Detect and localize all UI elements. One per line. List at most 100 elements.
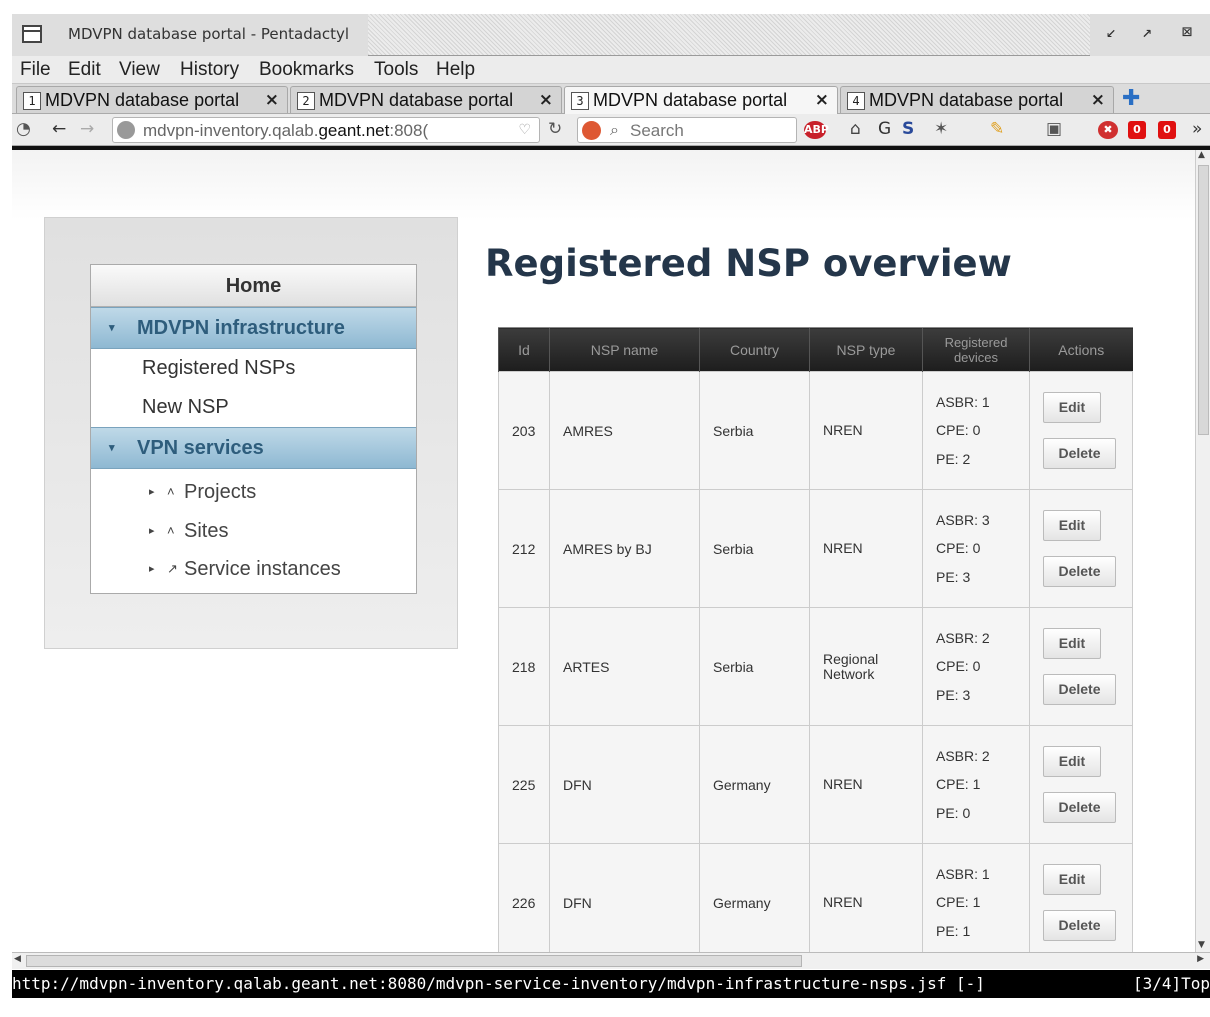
badge-count-2[interactable]: 0 xyxy=(1158,121,1176,139)
menu-tools[interactable]: Tools xyxy=(374,59,418,81)
cell-devices: ASBR: 2 CPE: 1 PE: 0 xyxy=(922,725,1030,844)
expand-arrow-icon[interactable]: ▸ xyxy=(149,512,155,550)
reload-icon[interactable]: ↻ xyxy=(548,119,562,139)
scroll-right-icon[interactable]: ▶ xyxy=(1197,954,1204,964)
type-line: NREN xyxy=(823,776,863,792)
expand-arrow-icon[interactable]: ▸ xyxy=(149,473,155,511)
back-icon[interactable]: ← xyxy=(52,119,66,139)
tab-1[interactable]: 1 MDVPN database portal × xyxy=(16,86,288,113)
delete-button[interactable]: Delete xyxy=(1043,556,1116,587)
tab-3[interactable]: 3 MDVPN database portal × xyxy=(564,86,838,115)
menu-item-projects[interactable]: ▸ ˄ Projects xyxy=(91,473,416,512)
tab-close-icon[interactable]: × xyxy=(265,90,279,110)
badge-count-1[interactable]: 0 xyxy=(1128,121,1146,139)
tab-4[interactable]: 4 MDVPN database portal × xyxy=(840,86,1114,113)
extension-g-icon[interactable]: G xyxy=(878,119,891,139)
expand-arrow-icon[interactable]: ▸ xyxy=(149,550,155,588)
overflow-chevron-icon[interactable]: » xyxy=(1192,119,1202,139)
close-window-icon[interactable]: ⊠ xyxy=(1182,22,1192,42)
cell-devices: ASBR: 1 CPE: 1 PE: 1 xyxy=(922,843,1030,952)
search-bar[interactable]: ⌕ Search xyxy=(577,117,797,143)
section-mdvpn-infrastructure[interactable]: ▾ MDVPN infrastructure xyxy=(91,307,416,349)
column-header-id: Id xyxy=(498,327,550,372)
menu-item-service-instances[interactable]: ▸ ↗ Service instances xyxy=(91,550,416,589)
delete-button[interactable]: Delete xyxy=(1043,792,1116,823)
tab-close-icon[interactable]: × xyxy=(539,90,553,110)
tab-2[interactable]: 2 MDVPN database portal × xyxy=(290,86,562,113)
cell-id: 212 xyxy=(498,489,550,608)
menu-view[interactable]: View xyxy=(119,59,160,81)
new-tab-icon[interactable]: ✚ xyxy=(1122,88,1140,110)
device-cpe: CPE: 0 xyxy=(936,540,981,557)
home-button[interactable]: Home xyxy=(91,265,416,307)
navigation-menu: Home ▾ MDVPN infrastructure Registered N… xyxy=(90,264,417,594)
delete-button[interactable]: Delete xyxy=(1043,910,1116,941)
vertical-scroll-thumb[interactable] xyxy=(1198,165,1209,435)
scroll-up-icon[interactable]: ▲ xyxy=(1198,150,1205,160)
maximize-icon[interactable]: ↗ xyxy=(1142,22,1152,42)
menu-history[interactable]: History xyxy=(180,59,239,81)
home-icon[interactable]: ⌂ xyxy=(850,119,861,139)
edit-button[interactable]: Edit xyxy=(1043,628,1101,659)
scroll-down-icon[interactable]: ▼ xyxy=(1198,940,1205,950)
cell-country: Germany xyxy=(699,725,810,844)
device-pe: PE: 1 xyxy=(936,922,971,939)
cell-nsp-name: ARTES xyxy=(549,607,700,726)
site-info-icon[interactable] xyxy=(117,121,135,139)
extension-brush-icon[interactable]: ✎ xyxy=(990,119,1004,139)
adblock-icon[interactable]: ABP xyxy=(804,121,829,139)
edit-button[interactable]: Edit xyxy=(1043,746,1101,777)
menu-item-registered-nsps[interactable]: Registered NSPs xyxy=(91,349,416,388)
cell-actions: Edit Delete xyxy=(1029,725,1133,844)
edit-button[interactable]: Edit xyxy=(1043,392,1101,423)
tab-number: 3 xyxy=(571,92,589,110)
history-icon[interactable]: ◔ xyxy=(16,119,31,139)
menu-item-sites[interactable]: ▸ ˄ Sites xyxy=(91,512,416,551)
extension-s-icon[interactable]: S xyxy=(902,119,914,139)
cell-nsp-name: DFN xyxy=(549,843,700,952)
tab-close-icon[interactable]: × xyxy=(1091,90,1105,110)
url-bar[interactable]: mdvpn-inventory.qalab.geant.net:808( ♡ xyxy=(112,117,540,143)
url-prefix: mdvpn-inventory.qalab. xyxy=(143,121,319,140)
edit-button[interactable]: Edit xyxy=(1043,510,1101,541)
cell-nsp-name: AMRES xyxy=(549,371,700,490)
url-suffix: :808( xyxy=(389,121,429,140)
cell-devices: ASBR: 1 CPE: 0 PE: 2 xyxy=(922,371,1030,490)
type-line: NREN xyxy=(823,422,863,438)
edit-button[interactable]: Edit xyxy=(1043,864,1101,895)
window-menu-icon[interactable] xyxy=(22,25,42,43)
horizontal-scroll-thumb[interactable] xyxy=(26,955,802,967)
cell-id: 226 xyxy=(498,843,550,952)
table-header-row: Id NSP name Country NSP type Registered d… xyxy=(498,327,1133,372)
extension-tools-icon[interactable]: ✶ xyxy=(934,119,948,139)
table-row: 225 DFN Germany NREN ASBR: 2 CPE: 1 PE: 0 Edit D… xyxy=(498,725,1133,844)
forward-icon[interactable]: → xyxy=(80,119,94,139)
pocket-icon[interactable]: ♡ xyxy=(518,122,531,138)
delete-button[interactable]: Delete xyxy=(1043,438,1116,469)
menu-bookmarks[interactable]: Bookmarks xyxy=(259,59,354,81)
device-asbr: ASBR: 1 xyxy=(936,393,990,410)
vertical-scrollbar[interactable]: ▲ ▼ xyxy=(1195,150,1210,952)
device-cpe: CPE: 1 xyxy=(936,776,981,793)
delete-button[interactable]: Delete xyxy=(1043,674,1116,705)
tab-number: 2 xyxy=(297,92,315,110)
cell-nsp-type: NREN xyxy=(809,725,923,844)
tab-label: MDVPN database portal xyxy=(593,90,788,110)
cell-id: 203 xyxy=(498,371,550,490)
menu-file[interactable]: File xyxy=(20,59,51,81)
column-header-actions: Actions xyxy=(1029,327,1133,372)
extension-red-icon[interactable]: ✖ xyxy=(1098,121,1118,139)
search-engine-icon[interactable] xyxy=(582,121,601,140)
section-label: VPN services xyxy=(137,437,264,459)
section-vpn-services[interactable]: ▾ VPN services xyxy=(91,427,416,469)
tab-close-icon[interactable]: × xyxy=(815,90,829,110)
horizontal-scrollbar[interactable]: ◀ ▶ xyxy=(12,952,1210,969)
extension-box-icon[interactable]: ▣ xyxy=(1046,119,1062,139)
external-link-icon: ↗ xyxy=(167,561,178,576)
menu-item-new-nsp[interactable]: New NSP xyxy=(91,388,416,427)
menu-edit[interactable]: Edit xyxy=(68,59,101,81)
search-placeholder: Search xyxy=(630,121,684,140)
minimize-icon[interactable]: ↙ xyxy=(1106,22,1116,42)
menu-help[interactable]: Help xyxy=(436,59,475,81)
scroll-left-icon[interactable]: ◀ xyxy=(14,954,21,964)
